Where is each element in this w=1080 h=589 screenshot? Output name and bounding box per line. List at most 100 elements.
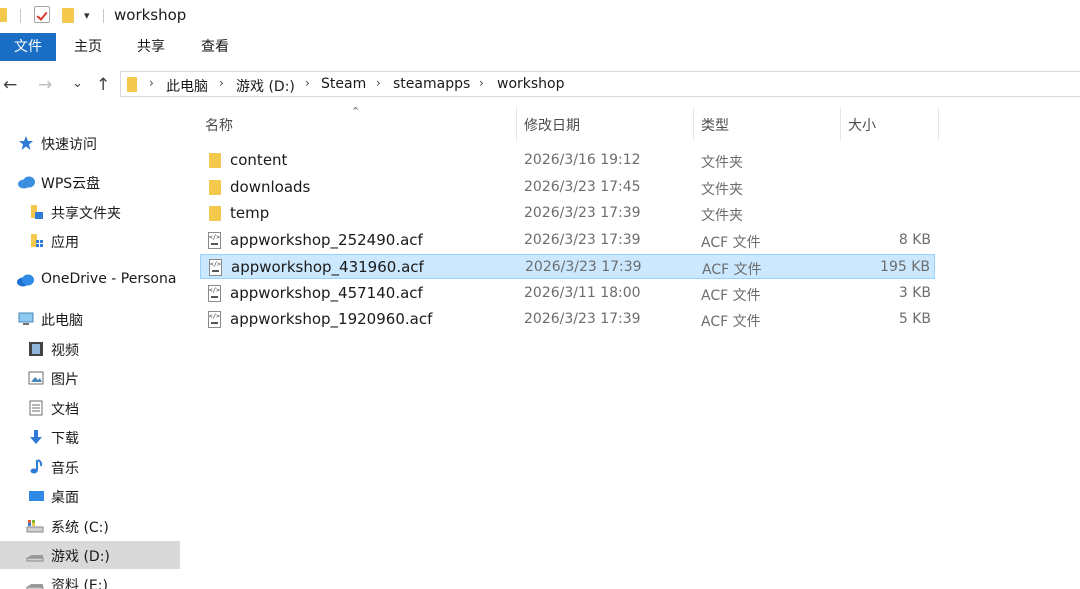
file-row[interactable]: appworkshop_252490.acf 2026/3/23 17:39 ACF… (200, 228, 935, 253)
up-arrow-icon[interactable]: ↑ (96, 74, 110, 96)
breadcrumb-steam[interactable]: Steam (321, 76, 366, 92)
sidebar-item-quick-access[interactable]: 快速访问 (0, 129, 180, 157)
folder-icon (209, 153, 221, 168)
back-arrow-icon[interactable]: ← (3, 74, 17, 96)
sidebar-item-label: 下载 (51, 431, 79, 447)
file-type: 文件夹 (701, 181, 743, 198)
column-divider[interactable] (693, 107, 694, 141)
file-date: 2026/3/11 18:00 (524, 284, 641, 301)
sidebar-item-desktop[interactable]: 桌面 (0, 482, 180, 510)
title-bar: ▾ workshop (0, 0, 1080, 33)
drive-icon (26, 584, 44, 589)
sidebar-item-videos[interactable]: 视频 (0, 335, 180, 363)
tab-home[interactable]: 主页 (70, 33, 106, 61)
download-icon (30, 430, 42, 444)
file-size: 3 KB (898, 284, 931, 301)
file-row[interactable]: content 2026/3/16 19:12 文件夹 (200, 148, 935, 173)
sidebar-item-onedrive[interactable]: OneDrive - Persona (0, 266, 180, 294)
address-bar[interactable]: › 此电脑 › 游戏 (D:) › Steam › steamapps › wo… (120, 71, 1080, 97)
sidebar-item-drive-d[interactable]: 游戏 (D:) (0, 541, 180, 569)
file-row[interactable]: downloads 2026/3/23 17:45 文件夹 (200, 175, 935, 200)
sidebar-item-documents[interactable]: 文档 (0, 394, 180, 422)
file-row[interactable]: appworkshop_457140.acf 2026/3/11 18:00 ACF… (200, 281, 935, 306)
sidebar-item-label: 视频 (51, 343, 79, 359)
sidebar-item-apps[interactable]: 应用 (0, 227, 180, 255)
sidebar-item-label: 游戏 (D:) (51, 549, 110, 565)
breadcrumb-workshop[interactable]: workshop (497, 76, 565, 92)
file-name: appworkshop_252490.acf (230, 230, 423, 249)
folder-icon (127, 77, 137, 92)
sidebar-item-this-pc[interactable]: 此电脑 (0, 305, 180, 333)
column-divider[interactable] (516, 107, 517, 141)
breadcrumb-drive-d[interactable]: 游戏 (D:) (236, 76, 295, 96)
file-list: ⌃ 名称 修改日期 类型 大小 content 2026/3/16 19:12 文件… (196, 105, 1080, 589)
window-title: workshop (114, 6, 187, 24)
file-type: 文件夹 (701, 208, 743, 224)
column-header-date[interactable]: 修改日期 (524, 115, 580, 135)
breadcrumb-this-pc[interactable]: 此电脑 (166, 76, 208, 96)
column-header-type[interactable]: 类型 (701, 115, 729, 135)
file-size: 8 KB (898, 231, 931, 248)
sidebar-item-wps-cloud[interactable]: WPS云盘 (0, 168, 180, 196)
tab-share[interactable]: 共享 (133, 33, 169, 61)
sidebar-item-label: 资料 (E:) (51, 578, 108, 589)
chevron-right-icon[interactable]: › (479, 76, 484, 90)
ribbon-tabs: 文件 主页 共享 查看 (0, 33, 1080, 63)
tab-file[interactable]: 文件 (0, 33, 56, 61)
column-divider[interactable] (938, 107, 939, 141)
properties-quick-access-button[interactable] (34, 6, 50, 23)
column-header-size[interactable]: 大小 (848, 115, 876, 135)
file-name: appworkshop_1920960.acf (230, 310, 433, 328)
file-size: 5 KB (898, 311, 931, 327)
file-name: content (230, 151, 288, 169)
file-type: ACF 文件 (701, 287, 761, 304)
sidebar-item-music[interactable]: 音乐 (0, 453, 180, 481)
file-date: 2026/3/23 17:39 (524, 205, 641, 221)
file-date: 2026/3/23 17:45 (524, 178, 641, 195)
sidebar-item-label: 音乐 (51, 461, 79, 477)
tab-view[interactable]: 查看 (197, 33, 233, 61)
sidebar-item-shared-folder[interactable]: 共享文件夹 (0, 198, 180, 226)
file-date: 2026/3/16 19:12 (524, 152, 641, 168)
divider (20, 9, 21, 23)
chevron-right-icon[interactable]: › (376, 76, 381, 90)
star-icon (19, 136, 33, 150)
onedrive-icon (17, 274, 34, 287)
file-date: 2026/3/23 17:39 (524, 311, 641, 327)
column-header-name[interactable]: 名称 (205, 115, 233, 135)
file-name: downloads (230, 177, 311, 196)
documents-icon (29, 400, 43, 416)
customize-toolbar-chevron-down-icon[interactable]: ▾ (84, 9, 90, 22)
drive-icon (26, 555, 44, 562)
column-divider[interactable] (840, 107, 841, 141)
chevron-right-icon[interactable]: › (149, 76, 154, 90)
file-type: ACF 文件 (701, 314, 761, 330)
sidebar-item-pictures[interactable]: 图片 (0, 364, 180, 392)
system-drive-icon (26, 520, 44, 533)
apps-folder-icon (31, 234, 43, 247)
sidebar-item-downloads[interactable]: 下载 (0, 423, 180, 451)
file-row[interactable]: appworkshop_431960.acf 2026/3/23 17:39 ACF… (200, 254, 935, 279)
chevron-right-icon[interactable]: › (219, 76, 224, 90)
forward-arrow-icon[interactable]: → (38, 74, 52, 96)
sidebar-item-drive-e[interactable]: 资料 (E:) (0, 570, 180, 589)
video-icon (29, 342, 43, 356)
breadcrumb-steamapps[interactable]: steamapps (393, 76, 470, 92)
computer-icon (18, 312, 34, 325)
navigation-bar: ← → ⌄ ↑ › 此电脑 › 游戏 (D:) › Steam › steama… (0, 63, 1080, 107)
folder-icon (209, 179, 221, 195)
chevron-right-icon[interactable]: › (305, 76, 310, 90)
recent-locations-chevron-icon[interactable]: ⌄ (72, 73, 83, 95)
sidebar-item-drive-c[interactable]: 系统 (C:) (0, 512, 180, 540)
code-file-icon (208, 284, 221, 302)
cloud-icon (18, 176, 35, 189)
sidebar-item-label: 文档 (51, 402, 79, 418)
new-folder-quick-access-button[interactable] (62, 8, 74, 23)
sidebar-item-label: 此电脑 (41, 313, 83, 329)
file-row[interactable]: temp 2026/3/23 17:39 文件夹 (200, 201, 935, 226)
music-icon (30, 459, 43, 474)
file-row[interactable]: appworkshop_1920960.acf 2026/3/23 17:39 AC… (200, 307, 935, 332)
sidebar-item-label: OneDrive - Persona (41, 271, 177, 287)
file-name: temp (230, 204, 270, 222)
sidebar-item-label: 系统 (C:) (51, 520, 109, 536)
